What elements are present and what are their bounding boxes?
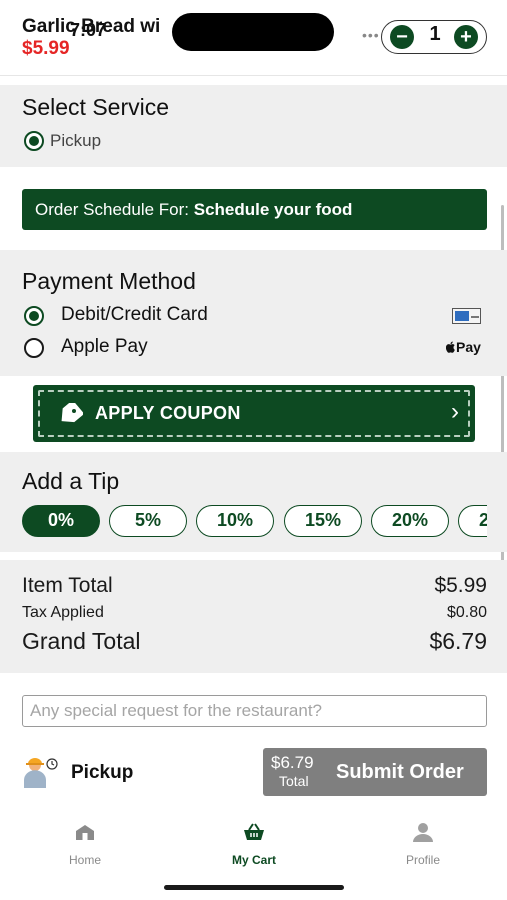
bottom-tab-bar: Home My Cart Profile bbox=[0, 812, 507, 872]
grand-total-value: $6.79 bbox=[429, 628, 487, 654]
quantity-stepper[interactable]: − 1 + bbox=[381, 20, 487, 54]
special-request-input[interactable] bbox=[22, 695, 487, 727]
tab-profile-label: Profile bbox=[405, 853, 440, 867]
payment-method-section: Payment Method Debit/Credit Card Apple P… bbox=[0, 250, 507, 376]
tip-title: Add a Tip bbox=[22, 468, 120, 494]
dynamic-island bbox=[172, 13, 334, 51]
tag-icon bbox=[61, 403, 83, 423]
tab-home-label: Home bbox=[68, 853, 101, 867]
home-indicator bbox=[164, 885, 344, 890]
profile-icon bbox=[413, 823, 433, 842]
increase-quantity-button[interactable]: + bbox=[454, 25, 478, 49]
schedule-prefix: Order Schedule For: bbox=[35, 200, 190, 219]
tip-option-10[interactable]: 10% bbox=[196, 505, 274, 537]
tip-option-20[interactable]: 20% bbox=[371, 505, 449, 537]
pickup-radio[interactable] bbox=[24, 131, 44, 151]
select-service-title: Select Service bbox=[22, 94, 170, 120]
submit-total-caption: Total bbox=[279, 773, 309, 789]
submit-order-label: Submit Order bbox=[336, 761, 464, 783]
apple-pay-icon: Pay bbox=[445, 339, 481, 355]
apply-coupon-label: APPLY COUPON bbox=[95, 403, 241, 423]
card-radio[interactable] bbox=[24, 306, 44, 326]
apple-pay-radio[interactable] bbox=[24, 338, 44, 358]
quantity-value: 1 bbox=[429, 23, 441, 45]
apply-coupon-button[interactable]: APPLY COUPON › bbox=[33, 385, 475, 442]
submit-order-button[interactable]: $6.79 Total Submit Order bbox=[263, 748, 487, 796]
status-signal-icon: ••• bbox=[362, 27, 380, 43]
pickup-option-label: Pickup bbox=[50, 131, 102, 150]
tax-label: Tax Applied bbox=[22, 604, 104, 621]
tip-option-25[interactable]: 25% bbox=[458, 505, 487, 537]
card-option-label: Debit/Credit Card bbox=[61, 304, 208, 325]
tab-my-cart-label: My Cart bbox=[231, 853, 276, 867]
order-schedule-button[interactable]: Order Schedule For: Schedule your food bbox=[22, 189, 487, 230]
cart-item-price: $5.99 bbox=[22, 38, 70, 59]
item-total-label: Item Total bbox=[22, 574, 113, 597]
home-icon bbox=[76, 825, 94, 840]
apple-pay-option-label: Apple Pay bbox=[61, 336, 148, 357]
schedule-value: Schedule your food bbox=[193, 200, 353, 219]
payment-method-title: Payment Method bbox=[22, 268, 196, 294]
item-total-value: $5.99 bbox=[434, 574, 487, 597]
pickup-mode-label: Pickup bbox=[71, 762, 134, 783]
decrease-quantity-button[interactable]: − bbox=[390, 25, 414, 49]
submit-total-amount: $6.79 bbox=[271, 753, 314, 772]
tab-profile[interactable]: Profile bbox=[363, 822, 483, 867]
tip-section: Add a Tip bbox=[0, 452, 507, 552]
tip-option-5[interactable]: 5% bbox=[109, 505, 187, 537]
apple-pay-icon-text: Pay bbox=[456, 339, 481, 355]
select-service-section: Select Service Pickup bbox=[0, 85, 507, 167]
cart-item-row: Garlic Bread wi 7:07 $5.99 ••• − 1 + bbox=[0, 0, 507, 76]
tip-options: 0% 5% 10% 15% 20% 25% bbox=[22, 505, 487, 537]
status-bar-time: 7:07 bbox=[70, 20, 107, 40]
tab-home[interactable]: Home bbox=[25, 822, 145, 867]
apple-logo-icon bbox=[445, 341, 455, 353]
tip-option-15[interactable]: 15% bbox=[284, 505, 362, 537]
basket-icon bbox=[244, 823, 264, 840]
chevron-right-icon: › bbox=[451, 398, 459, 425]
tax-value: $0.80 bbox=[446, 604, 487, 621]
order-totals-section: Item Total $5.99 Tax Applied $0.80 Grand… bbox=[0, 560, 507, 673]
tab-my-cart[interactable]: My Cart bbox=[194, 822, 314, 867]
grand-total-label: Grand Total bbox=[22, 628, 141, 654]
tip-option-0[interactable]: 0% bbox=[22, 505, 100, 537]
card-icon bbox=[452, 308, 481, 324]
pickup-person-icon bbox=[24, 758, 58, 788]
